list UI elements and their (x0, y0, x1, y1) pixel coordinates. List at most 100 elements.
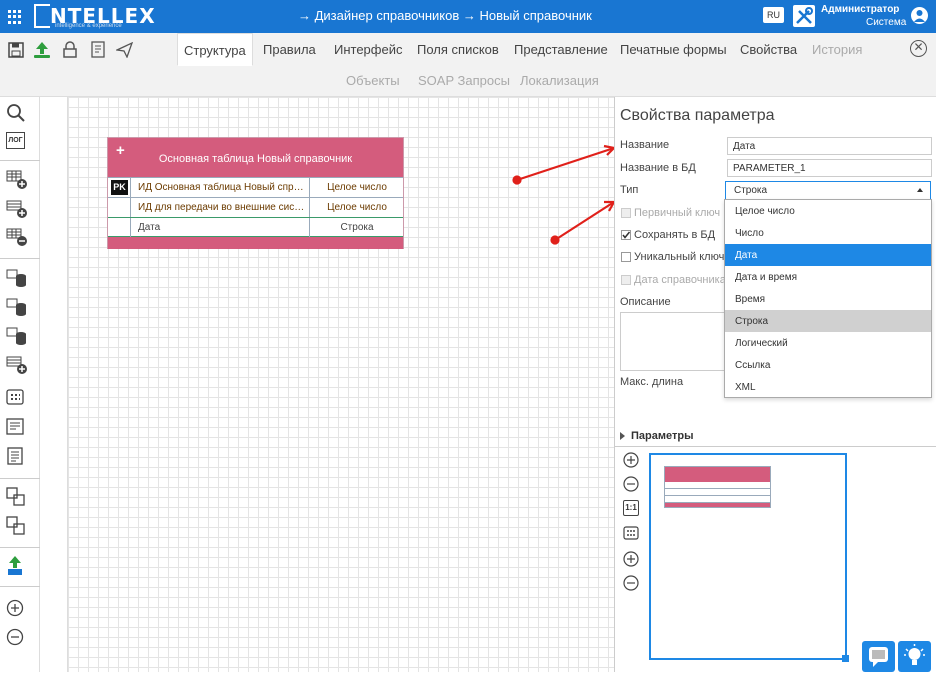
tab-soap-requests: SOAP Запросы (418, 73, 510, 88)
import-icon[interactable] (6, 555, 26, 575)
apps-grid-icon[interactable] (8, 10, 22, 24)
tips-button[interactable] (898, 641, 931, 672)
top-bar: NTELLEX intelligence & experience → Диза… (0, 0, 936, 33)
chat-button[interactable] (862, 641, 895, 672)
close-icon[interactable]: ✕ (910, 40, 927, 57)
send-icon[interactable] (114, 41, 134, 59)
minimap-resize-handle[interactable] (842, 655, 849, 662)
type-option-hover[interactable]: Дата (725, 244, 931, 266)
tools-icon[interactable] (793, 5, 815, 27)
user-role: Система (866, 17, 907, 28)
primary-key-checkbox (621, 208, 631, 218)
unique-key-label: Уникальный ключ (634, 251, 725, 263)
unique-key-checkbox[interactable] (621, 252, 631, 262)
tab-structure[interactable]: Структура (177, 33, 253, 66)
upload-icon[interactable] (32, 41, 52, 58)
minimap-row (665, 482, 770, 489)
grid-toggle-icon[interactable] (623, 526, 639, 542)
row-add-icon[interactable] (6, 198, 27, 218)
report-icon[interactable] (6, 447, 26, 467)
field-type: Строка (309, 218, 404, 237)
table-add-icon[interactable] (6, 169, 27, 189)
entity-footer (108, 237, 403, 249)
left-tool-sidebar: ЛОГ (0, 97, 40, 672)
field-type: Целое число (309, 198, 404, 217)
primary-key-badge: PK (111, 180, 128, 195)
sidebar-divider (0, 547, 40, 548)
database-icon[interactable] (6, 267, 26, 287)
user-name[interactable]: Администратор (821, 4, 899, 15)
table-remove-icon[interactable] (6, 226, 27, 246)
type-select-value: Строка (734, 185, 768, 196)
breadcrumb: → Дизайнер справочников → Новый справочн… (298, 8, 592, 23)
type-option[interactable]: Время (725, 288, 931, 310)
logo-bracket-icon (34, 4, 50, 28)
type-option[interactable]: XML (725, 376, 931, 398)
save-icon[interactable] (8, 42, 24, 58)
language-switch[interactable]: RU (763, 7, 784, 23)
canvas-gutter (40, 97, 67, 672)
params-header[interactable]: Параметры (631, 430, 693, 442)
name-field[interactable]: Дата (727, 137, 932, 155)
type-option[interactable]: Дата и время (725, 266, 931, 288)
save-to-db-label: Сохранять в БД (634, 229, 716, 241)
table-row[interactable]: PK ИД Основная таблица Новый справо... Ц… (108, 177, 403, 197)
ref-date-label: Дата справочника (634, 274, 726, 286)
minimap-row (665, 496, 770, 503)
zoom-in-icon[interactable] (623, 551, 639, 567)
zoom-in-icon[interactable] (623, 452, 639, 468)
zoom-out-icon[interactable] (623, 575, 639, 591)
minimap-entity-header (665, 467, 770, 482)
add-field-icon[interactable]: + (116, 142, 125, 159)
entity-header[interactable]: + Основная таблица Новый справочник (108, 138, 403, 177)
row-key-cell (108, 198, 131, 217)
lightbulb-icon (904, 644, 925, 665)
chevron-right-icon[interactable] (620, 432, 625, 440)
search-icon[interactable] (6, 103, 26, 123)
save-to-db-checkbox[interactable] (621, 230, 631, 240)
grid-icon[interactable] (6, 389, 26, 409)
tab-print-forms[interactable]: Печатные формы (620, 42, 727, 57)
document-icon[interactable] (90, 41, 106, 58)
clone-icon[interactable] (6, 516, 26, 536)
sidebar-divider (0, 160, 40, 161)
type-option[interactable]: Ссылка (725, 354, 931, 376)
tab-interface[interactable]: Интерфейс (334, 42, 402, 57)
copy-icon[interactable] (6, 487, 26, 507)
tab-properties[interactable]: Свойства (740, 42, 797, 57)
ref-date-checkbox (621, 275, 631, 285)
max-length-label: Макс. длина (620, 376, 684, 388)
table-row[interactable]: ИД для передачи во внешние системы Целое… (108, 197, 403, 217)
tab-rules[interactable]: Правила (263, 42, 316, 57)
dbname-field[interactable]: PARAMETER_1 (727, 159, 932, 177)
zoom-out-icon[interactable] (623, 476, 639, 492)
form-icon[interactable] (6, 418, 26, 438)
field-type: Целое число (309, 178, 404, 197)
database-add-icon[interactable] (6, 354, 27, 374)
description-textarea[interactable] (620, 312, 730, 371)
type-option[interactable]: Логический (725, 332, 931, 354)
annotation-arrows (512, 144, 615, 245)
panel-title: Свойства параметра (620, 107, 775, 124)
tab-view[interactable]: Представление (514, 42, 608, 57)
database-edit-icon[interactable] (6, 296, 26, 316)
log-icon[interactable]: ЛОГ (6, 132, 25, 149)
zoom-reset-icon[interactable]: 1:1 (623, 500, 639, 516)
zoom-out-icon[interactable] (6, 628, 26, 648)
table-row-selected[interactable]: Дата Строка (108, 217, 403, 237)
annotation-arrow-to-name (516, 146, 615, 182)
chat-icon (869, 647, 888, 667)
description-label: Описание (620, 296, 671, 308)
type-select[interactable]: Строка (725, 181, 931, 200)
user-avatar-icon[interactable] (911, 7, 928, 24)
sidebar-divider (0, 586, 40, 587)
tab-list-fields[interactable]: Поля списков (417, 42, 499, 57)
type-option[interactable]: Число (725, 222, 931, 244)
zoom-in-icon[interactable] (6, 599, 26, 619)
type-option-selected[interactable]: Строка (725, 310, 931, 332)
type-option[interactable]: Целое число (725, 200, 931, 222)
entity-table[interactable]: + Основная таблица Новый справочник PK И… (107, 137, 404, 249)
lock-icon[interactable] (62, 41, 78, 58)
database-link-icon[interactable] (6, 325, 26, 345)
annotation-arrow-to-type (554, 201, 615, 241)
